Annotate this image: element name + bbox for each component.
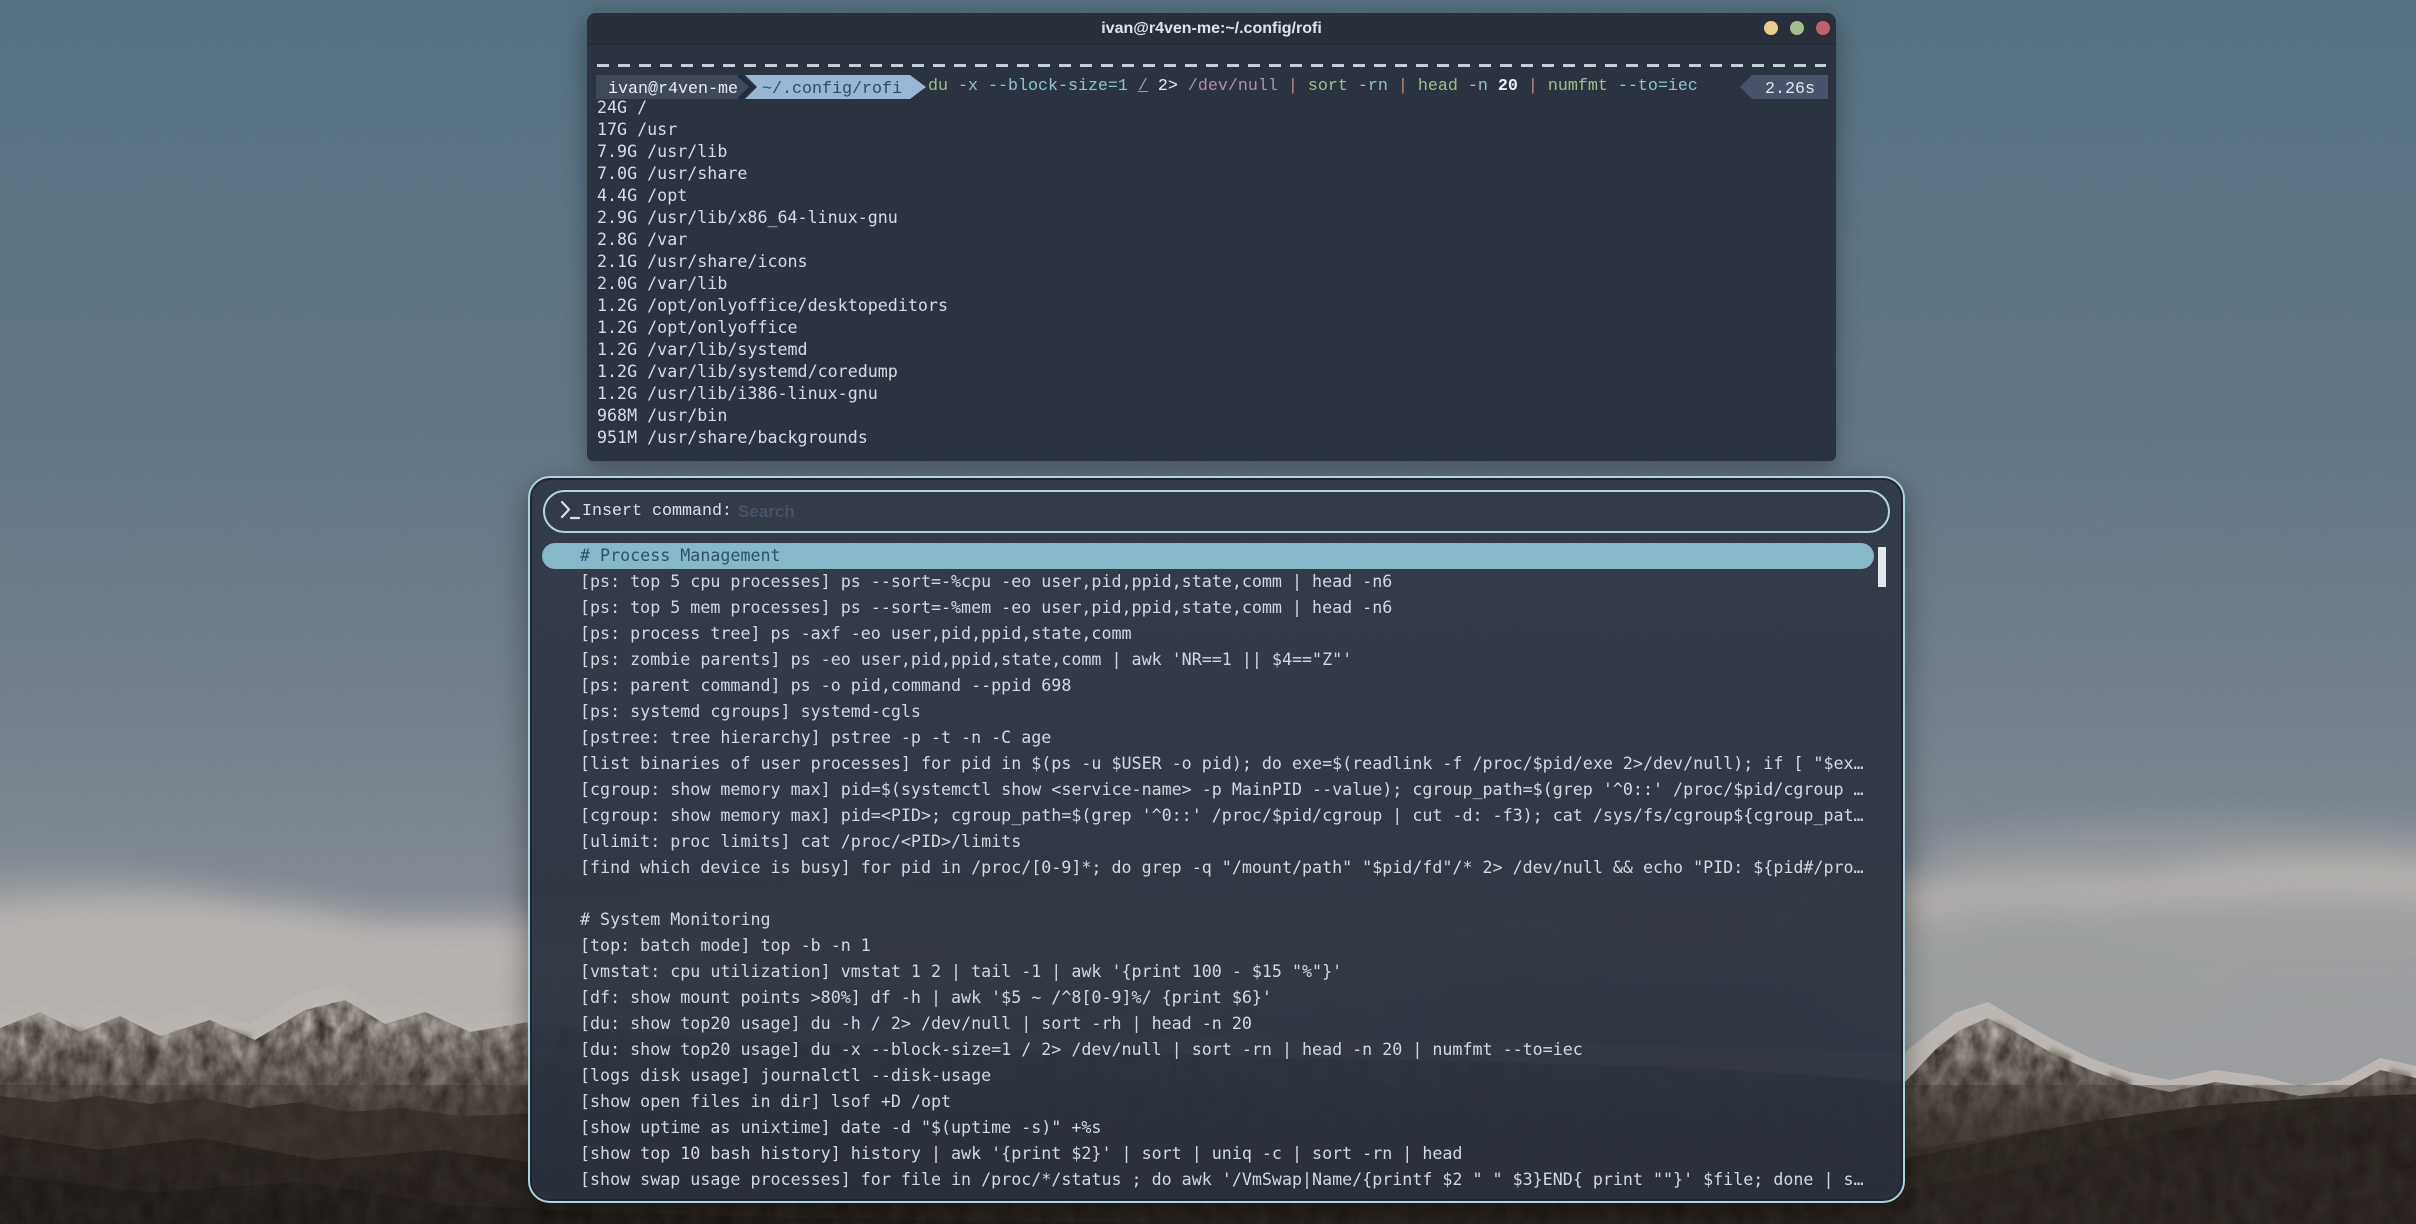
svg-text:2.26s: 2.26s: [1765, 80, 1815, 99]
